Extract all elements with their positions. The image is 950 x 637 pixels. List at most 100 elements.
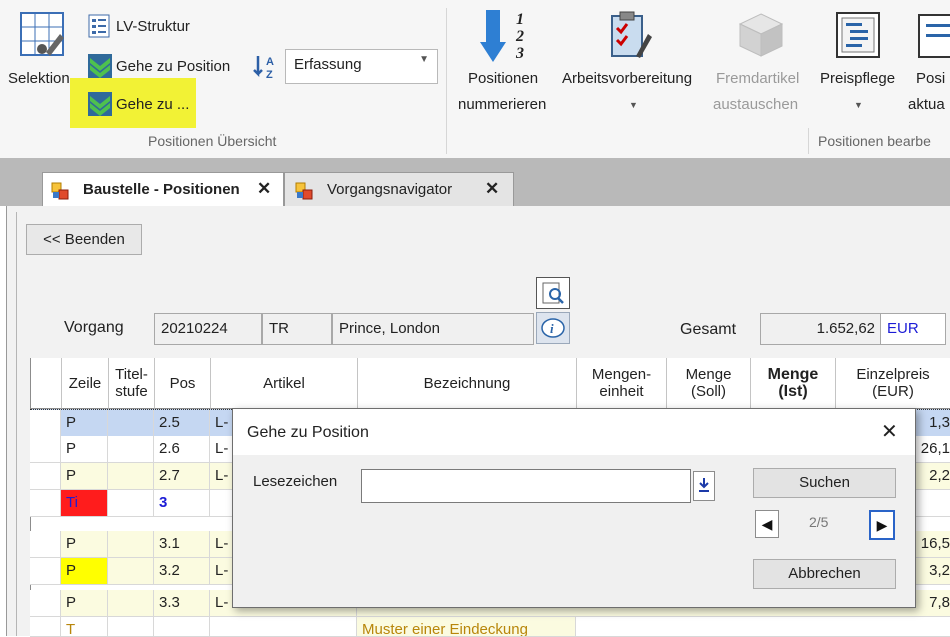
row-selector xyxy=(30,558,61,584)
next-button[interactable]: ▶ xyxy=(869,510,895,540)
cell-titelstufe xyxy=(108,490,154,516)
tab-label: Baustelle - Positionen xyxy=(83,181,240,198)
close-icon[interactable]: ✕ xyxy=(485,179,499,199)
refresh-list-icon xyxy=(918,14,950,58)
cell-pos: 3.2 xyxy=(154,558,210,584)
ribbon: Selektion LV-Struktur Gehe zu Position G… xyxy=(0,0,950,159)
beenden-label: << Beenden xyxy=(43,231,125,248)
svg-text:3: 3 xyxy=(515,45,524,62)
triangle-right-icon: ▶ xyxy=(876,517,888,533)
close-icon[interactable]: ✕ xyxy=(881,419,898,444)
close-icon[interactable]: ✕ xyxy=(257,179,271,199)
vorgang-kunde-field[interactable]: Prince, London xyxy=(332,313,534,345)
sort-az-icon: A Z xyxy=(253,56,274,80)
header-zeile-label: Zeile xyxy=(68,374,102,392)
tab-vorgangsnavigator[interactable]: Vorgangsnavigator ✕ xyxy=(284,172,514,207)
header-einzelpreis[interactable]: Einzelpreis (EUR) xyxy=(836,358,950,409)
cell-titelstufe xyxy=(108,617,154,636)
clipboard-checklist-icon xyxy=(611,11,652,58)
table-row[interactable]: T Muster einer Eindeckung xyxy=(30,617,950,637)
cell-zeile: T xyxy=(61,617,108,636)
vorgang-kuerzel-field[interactable]: TR xyxy=(262,313,332,345)
aktua-label: aktua xyxy=(908,96,945,113)
chevron-down-icon: ▼ xyxy=(419,54,429,65)
abbrechen-button[interactable]: Abbrechen xyxy=(753,559,896,589)
header-artikel-label: Artikel xyxy=(263,374,305,392)
cell-pos xyxy=(154,617,210,636)
svg-text:i: i xyxy=(550,321,554,336)
chevron-down-double-icon xyxy=(88,54,112,78)
beenden-button[interactable]: << Beenden xyxy=(26,224,142,255)
cell-titelstufe xyxy=(108,410,154,436)
header-titel-line1: Titel- xyxy=(115,366,148,383)
header-zeile[interactable]: Zeile xyxy=(62,358,109,409)
row-selector xyxy=(30,590,61,616)
vorgang-nummer-field[interactable]: 20210224 xyxy=(154,313,262,345)
group-separator xyxy=(446,8,447,154)
suchen-label: Suchen xyxy=(799,474,850,491)
cell-pos: 3 xyxy=(154,490,210,516)
row-selector xyxy=(30,531,61,557)
lesezeichen-input[interactable] xyxy=(361,469,691,503)
header-pos[interactable]: Pos xyxy=(155,358,211,409)
cell-zeile: P xyxy=(61,531,108,557)
header-artikel[interactable]: Artikel xyxy=(211,358,358,409)
cell-pos: 3.1 xyxy=(154,531,210,557)
svg-text:2: 2 xyxy=(515,28,524,45)
svg-text:1: 1 xyxy=(516,11,524,28)
cell-zeile: P xyxy=(61,436,108,462)
cube-icon xyxy=(738,13,784,57)
list-structure-icon xyxy=(88,14,110,38)
header-mengeneinheit[interactable]: Mengen- einheit xyxy=(577,358,667,409)
header-titelstufe[interactable]: Titel- stufe xyxy=(109,358,155,409)
cell-pos: 2.5 xyxy=(154,410,210,436)
positionen-label: Positionen xyxy=(468,70,539,87)
info-icon: i xyxy=(541,318,565,338)
document-grid-icon xyxy=(51,182,69,200)
tab-baustelle-positionen[interactable]: Baustelle - Positionen ✕ xyxy=(42,172,284,207)
chevron-down-double-icon xyxy=(88,92,112,116)
cell-titelstufe xyxy=(108,590,154,616)
result-counter: 2/5 xyxy=(809,514,829,530)
sort-combo[interactable]: Erfassung ▼ xyxy=(285,49,438,84)
posi-label: Posi xyxy=(916,70,946,87)
info-button[interactable]: i xyxy=(536,312,570,344)
row-selector xyxy=(30,490,61,516)
lesezeichen-label: Lesezeichen xyxy=(253,473,338,490)
preispflege-label: Preispflege xyxy=(820,70,896,87)
vorgang-label: Vorgang xyxy=(64,319,124,336)
row-selector xyxy=(30,617,61,636)
group-title-uebersicht: Positionen Übersicht xyxy=(148,133,277,149)
header-bezeichnung[interactable]: Bezeichnung xyxy=(358,358,577,409)
preview-button[interactable] xyxy=(536,277,570,309)
header-menge-ist[interactable]: Menge (Ist) xyxy=(751,358,836,409)
lesezeichen-dropdown-button[interactable] xyxy=(693,471,715,501)
triangle-left-icon: ◀ xyxy=(761,516,773,532)
chevron-down-icon: ▼ xyxy=(854,100,863,110)
cell-pos: 2.7 xyxy=(154,463,210,489)
fremdartikel-label: Fremdartikel xyxy=(716,70,800,87)
svg-text:A: A xyxy=(266,56,274,68)
header-titel-line2: stufe xyxy=(115,383,148,400)
header-ep-line1: Einzelpreis xyxy=(856,366,930,383)
gehe-zu-label: Gehe zu ... xyxy=(116,96,190,113)
tab-label: Vorgangsnavigator xyxy=(327,181,453,198)
cell-artikel xyxy=(210,617,357,636)
cell-zeile: P xyxy=(61,590,108,616)
austauschen-label: austauschen xyxy=(713,96,799,113)
header-ist-line1: Menge xyxy=(767,366,819,383)
previous-button[interactable]: ◀ xyxy=(755,510,779,538)
header-soll-line2: (Soll) xyxy=(690,383,726,400)
waehrung-value: EUR xyxy=(887,320,919,337)
number-down-icon: 1 2 3 xyxy=(480,10,524,62)
gehe-zu-position-dialog: Gehe zu Position ✕ Lesezeichen Suchen ◀ … xyxy=(232,408,916,608)
header-menge-soll[interactable]: Menge (Soll) xyxy=(667,358,751,409)
magnifier-document-icon xyxy=(542,282,564,304)
gesamt-value: 1.652,62 xyxy=(816,320,875,337)
group-title-bearbeiten: Positionen bearbe xyxy=(818,133,931,149)
svg-text:Z: Z xyxy=(266,69,273,80)
cell-pos: 3.3 xyxy=(154,590,210,616)
suchen-button[interactable]: Suchen xyxy=(753,468,896,498)
cell-titelstufe xyxy=(108,463,154,489)
download-arrow-icon xyxy=(699,478,709,492)
